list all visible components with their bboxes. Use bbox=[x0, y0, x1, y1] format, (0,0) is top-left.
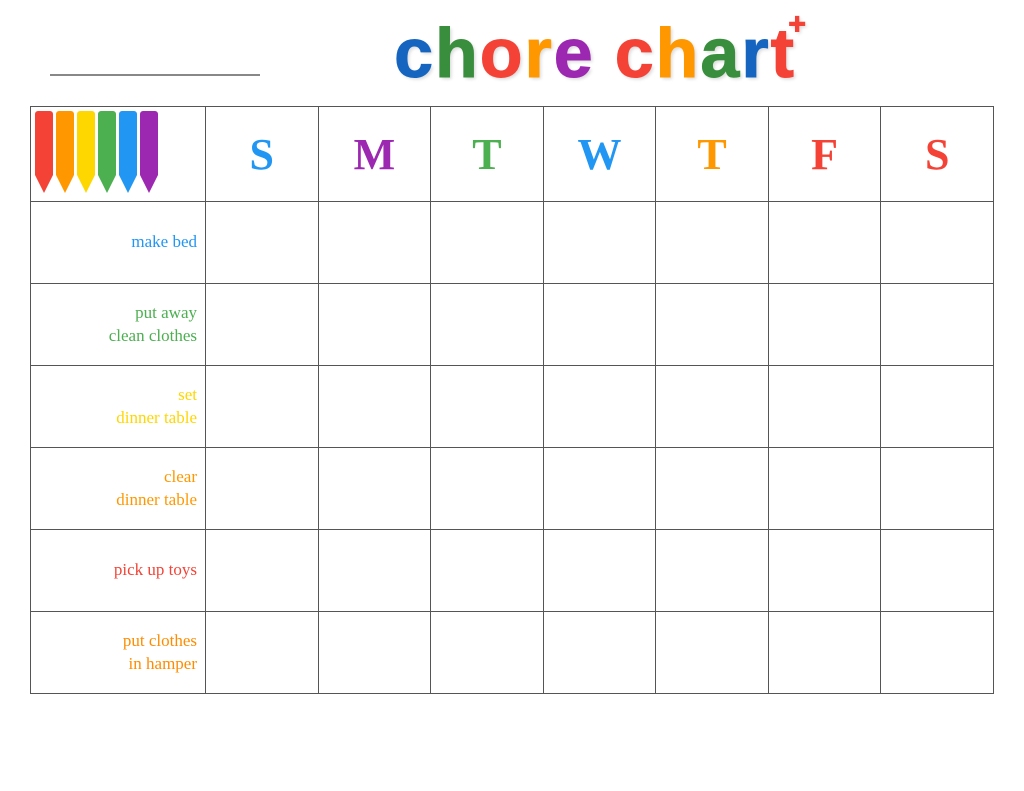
chore-row-makebed: make bed bbox=[31, 202, 994, 284]
crayon-blue bbox=[119, 111, 137, 193]
cell-putclothes-fri[interactable] bbox=[768, 612, 881, 694]
cell-makebed-wed[interactable] bbox=[543, 202, 656, 284]
cell-setdinner-fri[interactable] bbox=[768, 366, 881, 448]
cell-pickuptoys-tue[interactable] bbox=[431, 530, 544, 612]
cell-setdinner-sun[interactable] bbox=[206, 366, 319, 448]
cell-pickuptoys-wed[interactable] bbox=[543, 530, 656, 612]
cell-makebed-fri[interactable] bbox=[768, 202, 881, 284]
cell-cleardinner-tue[interactable] bbox=[431, 448, 544, 530]
title-letter-t: t bbox=[771, 18, 794, 88]
chore-row-pickuptoys: pick up toys bbox=[31, 530, 994, 612]
chore-row-setdinner: setdinner table bbox=[31, 366, 994, 448]
cell-pickuptoys-fri[interactable] bbox=[768, 530, 881, 612]
chore-label-makebed: make bed bbox=[31, 202, 206, 284]
cell-pickuptoys-sun[interactable] bbox=[206, 530, 319, 612]
cell-pickuptoys-sat[interactable] bbox=[881, 530, 994, 612]
crayon-red bbox=[35, 111, 53, 193]
name-line bbox=[50, 74, 260, 76]
title-letter-o1: o bbox=[480, 18, 523, 88]
day-header-thu: T bbox=[656, 107, 769, 202]
crayon-yellow bbox=[77, 111, 95, 193]
chore-row-putaway: put awayclean clothes bbox=[31, 284, 994, 366]
day-header-sun: S bbox=[206, 107, 319, 202]
chart-container: S M T W T F S make bed put awayclea bbox=[30, 106, 994, 773]
day-header-wed: W bbox=[543, 107, 656, 202]
title-letter-e: e bbox=[554, 18, 593, 88]
cell-putclothes-wed[interactable] bbox=[543, 612, 656, 694]
day-header-tue: T bbox=[431, 107, 544, 202]
crayon-purple bbox=[140, 111, 158, 193]
title-letter-h2: h bbox=[656, 18, 699, 88]
cell-putaway-sun[interactable] bbox=[206, 284, 319, 366]
cell-putclothes-thu[interactable] bbox=[656, 612, 769, 694]
cell-makebed-tue[interactable] bbox=[431, 202, 544, 284]
cell-makebed-sun[interactable] bbox=[206, 202, 319, 284]
header-row: S M T W T F S bbox=[31, 107, 994, 202]
title-letter-c2: c bbox=[615, 18, 654, 88]
chore-label-pickuptoys: pick up toys bbox=[31, 530, 206, 612]
cell-putclothes-tue[interactable] bbox=[431, 612, 544, 694]
day-header-mon: M bbox=[318, 107, 431, 202]
header: c h o r e c h a r t bbox=[30, 18, 994, 88]
title-letter-r2: r bbox=[741, 18, 768, 88]
cell-setdinner-mon[interactable] bbox=[318, 366, 431, 448]
chore-label-setdinner: setdinner table bbox=[31, 366, 206, 448]
cell-cleardinner-fri[interactable] bbox=[768, 448, 881, 530]
crayons-group bbox=[35, 111, 193, 197]
title-letter-a: a bbox=[700, 18, 739, 88]
cell-putaway-fri[interactable] bbox=[768, 284, 881, 366]
title-chore: c h o r e c h a r t bbox=[394, 18, 810, 88]
cell-putclothes-sun[interactable] bbox=[206, 612, 319, 694]
cell-pickuptoys-mon[interactable] bbox=[318, 530, 431, 612]
chore-row-cleardinner: cleardinner table bbox=[31, 448, 994, 530]
crayons-header-cell bbox=[31, 107, 206, 202]
title-letter-c: c bbox=[394, 18, 433, 88]
cell-putaway-tue[interactable] bbox=[431, 284, 544, 366]
cell-cleardinner-wed[interactable] bbox=[543, 448, 656, 530]
crayon-green bbox=[98, 111, 116, 193]
chore-label-cleardinner: cleardinner table bbox=[31, 448, 206, 530]
cell-putaway-wed[interactable] bbox=[543, 284, 656, 366]
chore-table: S M T W T F S make bed put awayclea bbox=[30, 106, 994, 694]
chore-label-putclothes: put clothesin hamper bbox=[31, 612, 206, 694]
cell-setdinner-wed[interactable] bbox=[543, 366, 656, 448]
chore-label-putaway: put awayclean clothes bbox=[31, 284, 206, 366]
cell-cleardinner-thu[interactable] bbox=[656, 448, 769, 530]
cell-makebed-thu[interactable] bbox=[656, 202, 769, 284]
day-header-fri: F bbox=[768, 107, 881, 202]
cell-cleardinner-sun[interactable] bbox=[206, 448, 319, 530]
cell-putaway-mon[interactable] bbox=[318, 284, 431, 366]
cell-cleardinner-mon[interactable] bbox=[318, 448, 431, 530]
title-letter-h: h bbox=[435, 18, 478, 88]
cell-setdinner-tue[interactable] bbox=[431, 366, 544, 448]
cell-setdinner-thu[interactable] bbox=[656, 366, 769, 448]
title-area: c h o r e c h a r t bbox=[394, 18, 810, 88]
title-letter-r: r bbox=[525, 18, 552, 88]
cell-setdinner-sat[interactable] bbox=[881, 366, 994, 448]
cell-cleardinner-sat[interactable] bbox=[881, 448, 994, 530]
crayon-orange bbox=[56, 111, 74, 193]
cell-makebed-sat[interactable] bbox=[881, 202, 994, 284]
cell-putaway-sat[interactable] bbox=[881, 284, 994, 366]
cell-makebed-mon[interactable] bbox=[318, 202, 431, 284]
cell-putclothes-sat[interactable] bbox=[881, 612, 994, 694]
cell-putclothes-mon[interactable] bbox=[318, 612, 431, 694]
day-header-sat: S bbox=[881, 107, 994, 202]
cell-putaway-thu[interactable] bbox=[656, 284, 769, 366]
chore-row-putclothes: put clothesin hamper bbox=[31, 612, 994, 694]
cell-pickuptoys-thu[interactable] bbox=[656, 530, 769, 612]
